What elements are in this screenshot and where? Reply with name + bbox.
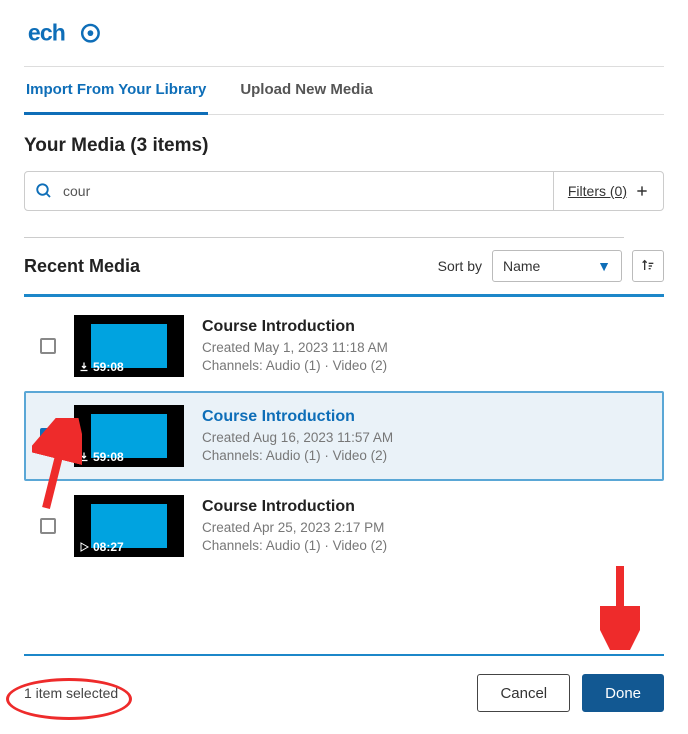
media-item[interactable]: 59:08 Course Introduction Created Aug 16… bbox=[24, 391, 664, 481]
tab-upload[interactable]: Upload New Media bbox=[238, 67, 375, 115]
media-channels: Channels: Audio (1) · Video (2) bbox=[202, 357, 648, 375]
annotation-arrow bbox=[600, 560, 640, 650]
filters-label: Filters (0) bbox=[568, 183, 627, 199]
thumbnail[interactable]: 59:08 bbox=[74, 405, 184, 467]
sort-controls: Sort by Name ▼ bbox=[438, 250, 664, 282]
mid-divider bbox=[24, 237, 624, 238]
recent-header: Recent Media Sort by Name ▼ bbox=[24, 250, 664, 282]
search-field-wrap bbox=[25, 172, 553, 210]
recent-media-title: Recent Media bbox=[24, 256, 140, 277]
media-title: Course Introduction bbox=[202, 318, 648, 336]
duration: 59:08 bbox=[93, 450, 124, 464]
done-button[interactable]: Done bbox=[582, 674, 664, 712]
thumbnail[interactable]: 08:27 bbox=[74, 495, 184, 557]
recent-divider bbox=[24, 294, 664, 297]
your-media-title: Your Media (3 items) bbox=[24, 135, 664, 157]
media-channels: Channels: Audio (1) · Video (2) bbox=[202, 537, 648, 555]
plus-icon bbox=[635, 184, 649, 198]
download-icon bbox=[78, 451, 90, 463]
checkbox[interactable] bbox=[40, 518, 56, 534]
tab-import[interactable]: Import From Your Library bbox=[24, 67, 208, 115]
echo-logo: ech bbox=[24, 20, 114, 48]
media-list: 59:08 Course Introduction Created May 1,… bbox=[24, 301, 664, 571]
media-meta: Course Introduction Created Apr 25, 2023… bbox=[202, 498, 648, 554]
sortby-label: Sort by bbox=[438, 258, 482, 274]
footer: 1 item selected Cancel Done bbox=[24, 674, 664, 712]
media-created: Created Apr 25, 2023 2:17 PM bbox=[202, 519, 648, 537]
filters-button[interactable]: Filters (0) bbox=[553, 172, 663, 210]
media-meta: Course Introduction Created May 1, 2023 … bbox=[202, 318, 648, 374]
play-icon bbox=[78, 541, 90, 553]
download-icon bbox=[78, 361, 90, 373]
chevron-down-icon: ▼ bbox=[597, 258, 611, 274]
media-item[interactable]: 08:27 Course Introduction Created Apr 25… bbox=[24, 481, 664, 571]
media-item[interactable]: 59:08 Course Introduction Created May 1,… bbox=[24, 301, 664, 391]
search-icon bbox=[35, 182, 53, 200]
media-meta: Course Introduction Created Aug 16, 2023… bbox=[202, 408, 648, 464]
media-created: Created May 1, 2023 11:18 AM bbox=[202, 339, 648, 357]
sort-select[interactable]: Name ▼ bbox=[492, 250, 622, 282]
footer-buttons: Cancel Done bbox=[477, 674, 664, 712]
duration: 08:27 bbox=[93, 540, 124, 554]
sort-direction-icon bbox=[640, 258, 656, 274]
footer-divider bbox=[24, 654, 664, 656]
media-created: Created Aug 16, 2023 11:57 AM bbox=[202, 429, 648, 447]
cancel-button[interactable]: Cancel bbox=[477, 674, 570, 712]
search-bar: Filters (0) bbox=[24, 171, 664, 211]
tabs: Import From Your Library Upload New Medi… bbox=[24, 67, 664, 115]
selected-count: 1 item selected bbox=[24, 685, 118, 701]
svg-text:ech: ech bbox=[28, 20, 65, 46]
media-title: Course Introduction bbox=[202, 408, 648, 426]
checkbox[interactable] bbox=[40, 338, 56, 354]
sort-direction-button[interactable] bbox=[632, 250, 664, 282]
checkbox[interactable] bbox=[40, 428, 56, 444]
sort-value: Name bbox=[503, 258, 540, 274]
duration: 59:08 bbox=[93, 360, 124, 374]
search-input[interactable] bbox=[63, 183, 543, 199]
media-channels: Channels: Audio (1) · Video (2) bbox=[202, 447, 648, 465]
media-title: Course Introduction bbox=[202, 498, 648, 516]
thumbnail[interactable]: 59:08 bbox=[74, 315, 184, 377]
